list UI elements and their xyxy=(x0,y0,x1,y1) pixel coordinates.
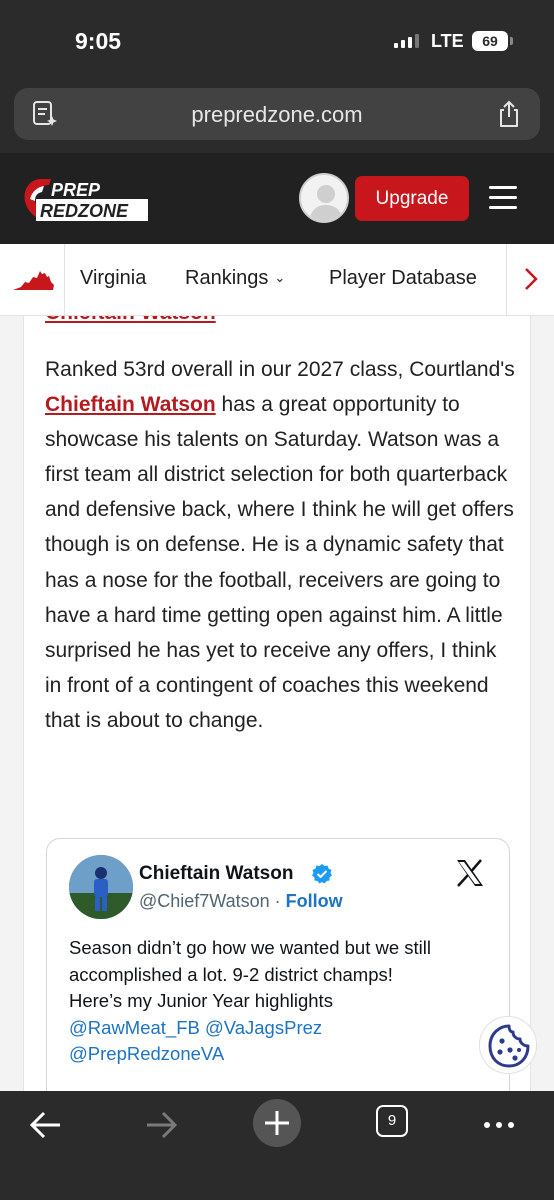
address-bar[interactable]: prepredzone.com xyxy=(14,88,540,140)
status-time: 9:05 xyxy=(75,28,122,54)
tweet-text: Season didn’t go how we wanted but we st… xyxy=(69,935,499,1068)
site-header: PREP REDZONE xyxy=(0,153,554,244)
follow-button[interactable]: Follow xyxy=(286,891,343,911)
verified-badge-icon xyxy=(312,864,332,884)
state-nav-bar: Virginia Rankings ⌄ Player Database xyxy=(0,244,554,316)
browser-toolbar xyxy=(0,1091,554,1200)
prepredzone-logo[interactable]: PREP REDZONE xyxy=(22,177,152,223)
paragraph-text: Ranked 53rd overall in our 2027 class, C… xyxy=(45,358,515,381)
player-link[interactable]: Chieftain Watson xyxy=(45,393,216,416)
svg-text:REDZONE: REDZONE xyxy=(40,201,129,221)
svg-text:PREP: PREP xyxy=(51,180,101,200)
tweet-mentions[interactable]: @RawMeat_FB @VaJagsPrez xyxy=(69,1015,499,1042)
more-options-icon[interactable] xyxy=(477,1103,521,1147)
virginia-state-icon[interactable] xyxy=(11,268,55,294)
url-text[interactable]: prepredzone.com xyxy=(14,102,540,128)
article-area: Chieftain Watson Ranked 53rd overall in … xyxy=(0,316,554,1091)
cookie-icon xyxy=(488,1024,530,1068)
nav-item-rankings[interactable]: Rankings ⌄ xyxy=(185,267,285,290)
nav-item-player-database[interactable]: Player Database xyxy=(329,267,477,290)
tweet-avatar[interactable] xyxy=(69,855,133,919)
article-card: Chieftain Watson Ranked 53rd overall in … xyxy=(23,316,531,1091)
tweet-author-name[interactable]: Chieftain Watson xyxy=(139,863,293,885)
nav-item-virginia[interactable]: Virginia xyxy=(80,267,146,290)
article-paragraph: Ranked 53rd overall in our 2027 class, C… xyxy=(45,352,515,738)
embedded-tweet[interactable]: Chieftain Watson @Chief7Watson · Follow … xyxy=(46,838,510,1091)
battery-tip xyxy=(510,37,513,45)
share-icon[interactable] xyxy=(496,99,522,129)
nav-divider xyxy=(506,244,507,316)
upgrade-button[interactable]: Upgrade xyxy=(355,176,469,221)
tweet-text-line: Here’s my Junior Year highlights xyxy=(69,990,333,1011)
nav-divider xyxy=(64,244,65,316)
signal-icon xyxy=(394,33,419,48)
new-tab-plus-icon[interactable] xyxy=(252,1098,302,1148)
x-logo-icon[interactable] xyxy=(455,859,485,887)
hamburger-menu-icon[interactable] xyxy=(489,186,517,210)
tweet-handle[interactable]: @Chief7Watson xyxy=(139,891,270,911)
forward-arrow-icon[interactable] xyxy=(139,1103,183,1147)
player-heading-link[interactable]: Chieftain Watson xyxy=(45,316,216,325)
chevron-right-icon[interactable] xyxy=(521,266,541,292)
chevron-down-icon: ⌄ xyxy=(274,270,286,285)
nav-item-rankings-label: Rankings xyxy=(185,267,269,289)
tweet-text-line: accomplished a lot. 9-2 district champs! xyxy=(69,963,393,985)
separator-dot: · xyxy=(269,891,286,911)
tweet-handle-row: @Chief7Watson · Follow xyxy=(139,891,343,912)
battery-icon: 69 xyxy=(472,31,508,51)
tab-switcher-button[interactable]: 9 xyxy=(376,1105,408,1137)
paragraph-text: has a great opportunity to showcase his … xyxy=(45,393,514,732)
tweet-mentions[interactable]: @PrepRedzoneVA xyxy=(69,1041,499,1068)
back-arrow-icon[interactable] xyxy=(24,1103,68,1147)
status-bar: 9:05 LTE 69 xyxy=(0,0,554,84)
user-avatar[interactable] xyxy=(299,173,349,223)
network-label: LTE xyxy=(431,31,464,51)
tweet-text-line: Season didn’t go how we wanted but we st… xyxy=(69,937,431,958)
cookie-settings-button[interactable] xyxy=(479,1016,537,1074)
